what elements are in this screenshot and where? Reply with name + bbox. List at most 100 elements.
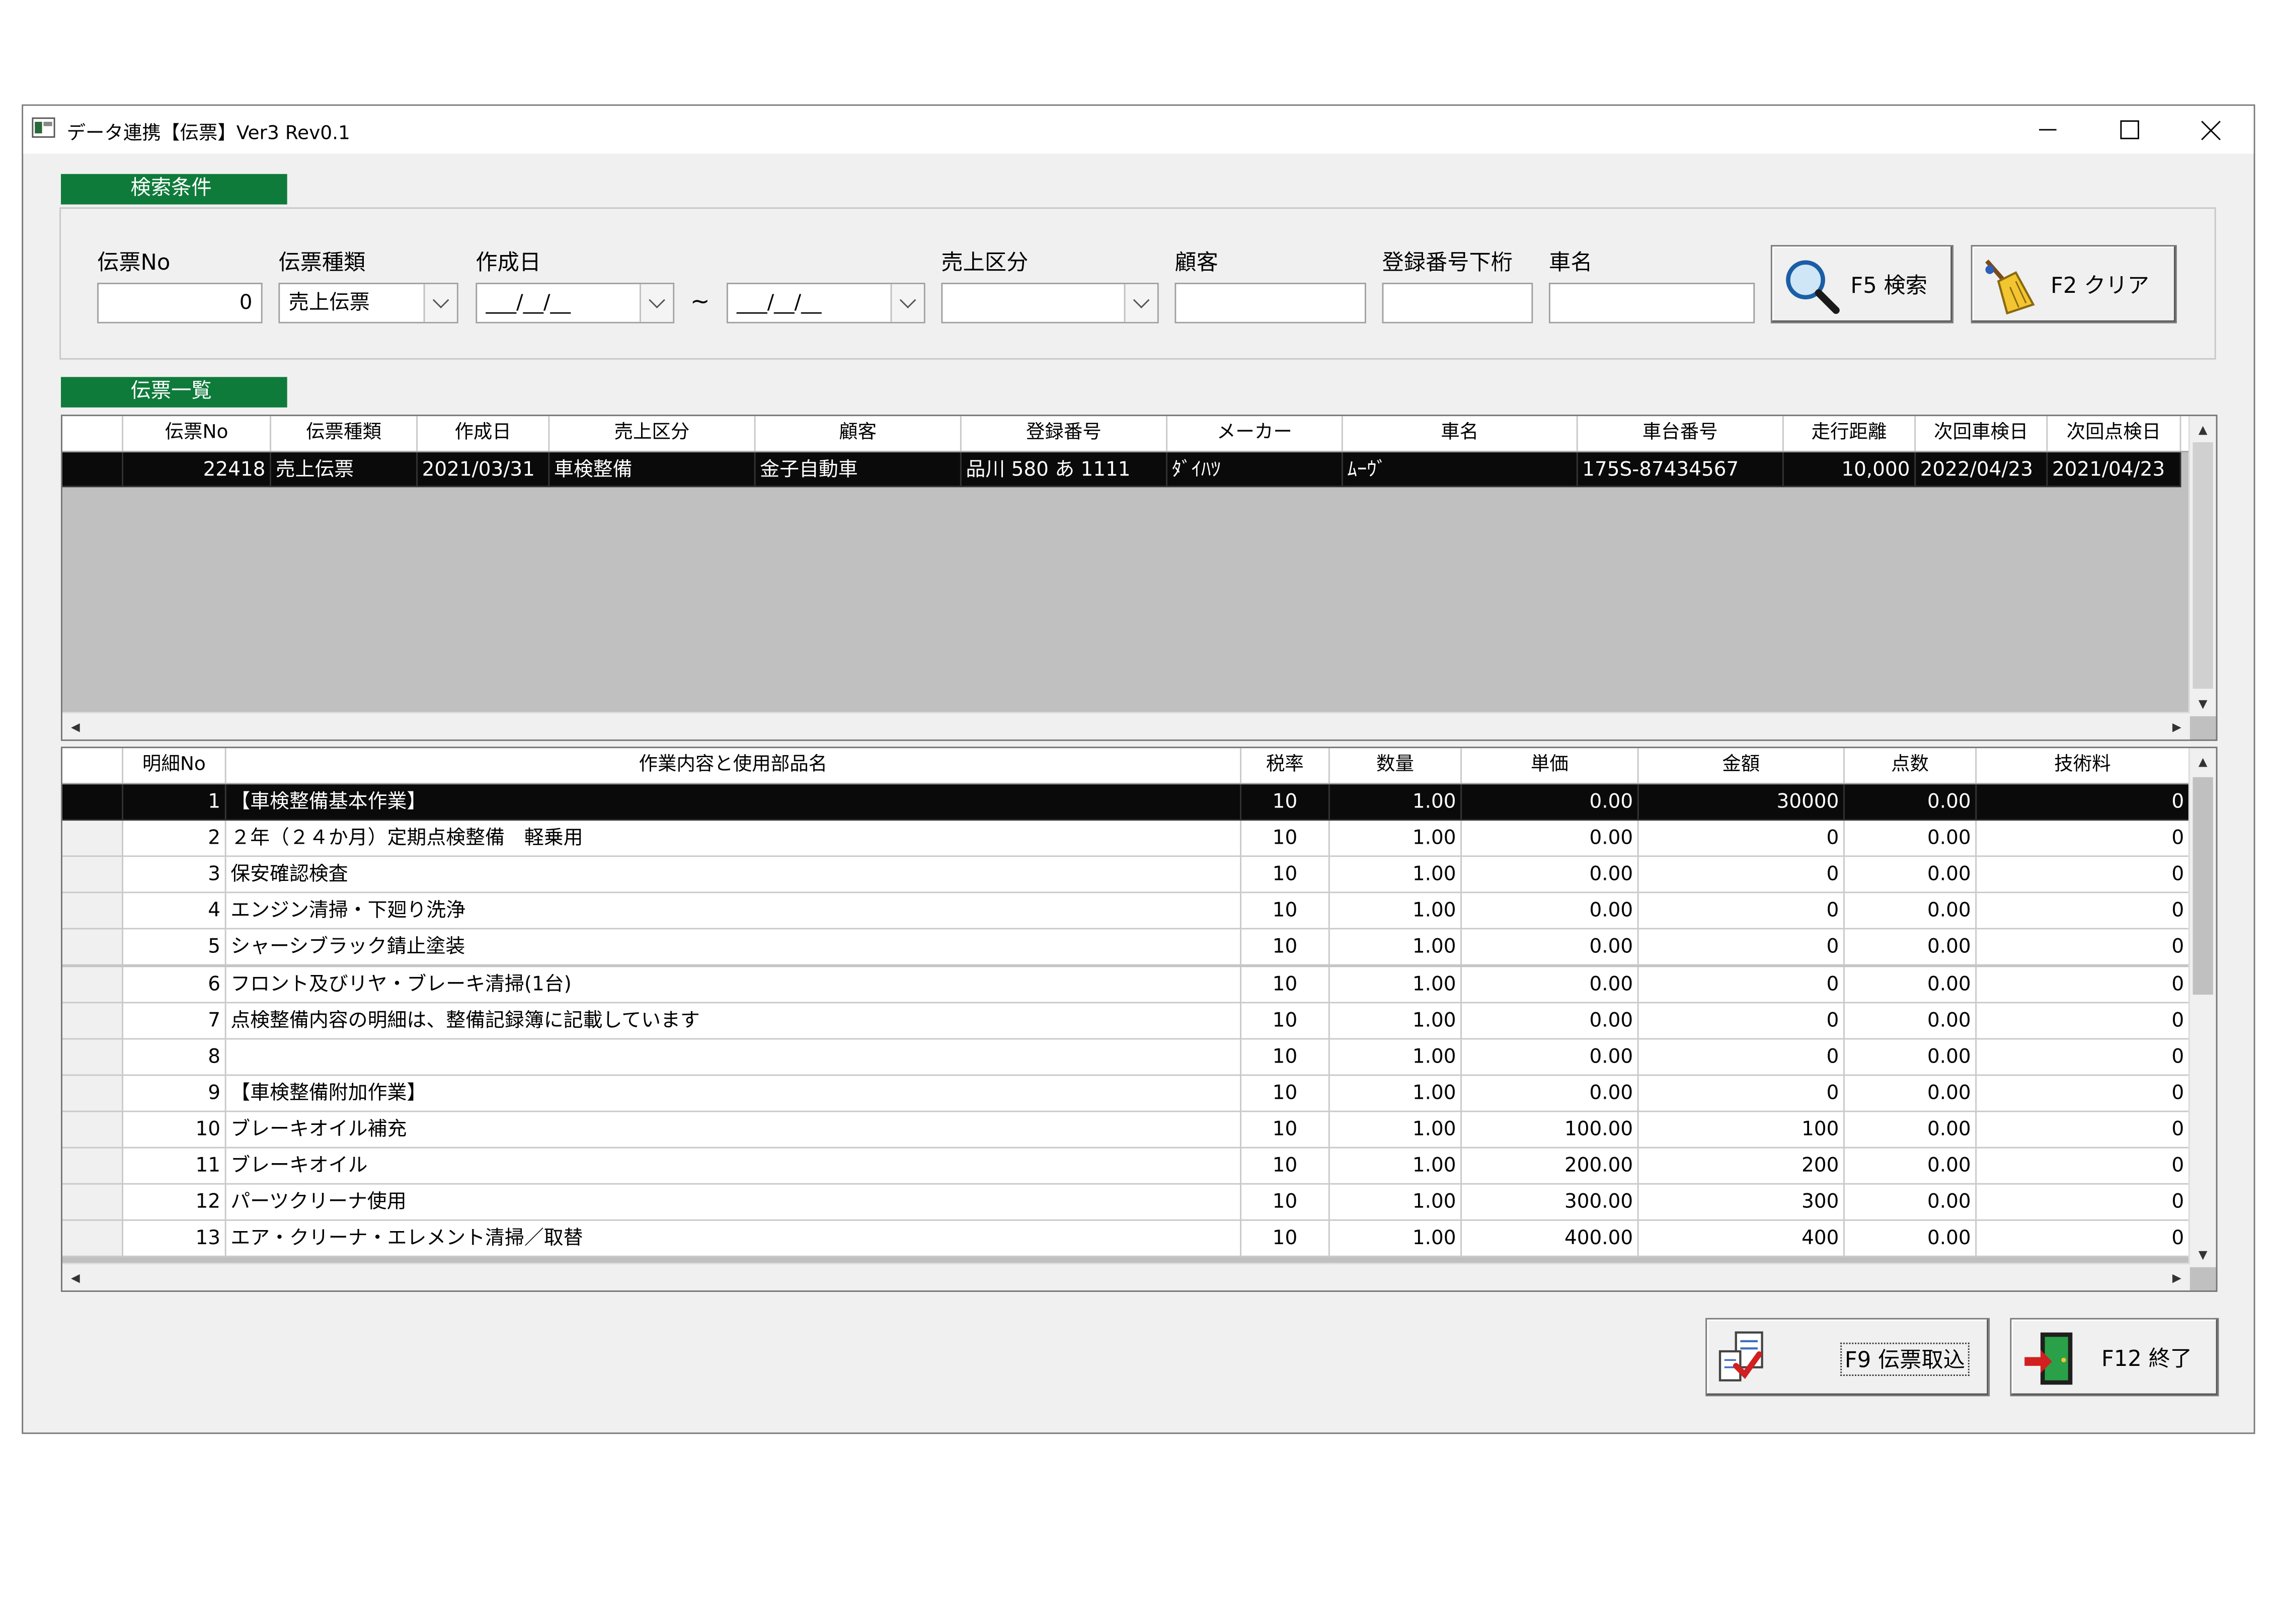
row-selector[interactable] (62, 452, 123, 488)
date-to-picker[interactable]: ___/__/__ (726, 282, 925, 323)
cell-unit-price[interactable]: 0.00 (1462, 821, 1639, 857)
column-header-created-date[interactable]: 作成日 (418, 416, 550, 451)
slip-no-input[interactable]: 0 (97, 282, 263, 323)
cell-points[interactable]: 0.00 (1844, 1184, 1977, 1222)
cell-points[interactable]: 0.00 (1844, 857, 1977, 894)
cell-detail-no[interactable]: 4 (123, 894, 226, 930)
column-header-chassis-no[interactable]: 車台番号 (1578, 416, 1784, 451)
cell-points[interactable]: 0.00 (1844, 930, 1977, 966)
cell-quantity[interactable]: 1.00 (1329, 1039, 1462, 1076)
cell-points[interactable]: 0.00 (1844, 821, 1977, 857)
cell-tax-rate[interactable]: 10 (1241, 1039, 1330, 1076)
cell-slip-type[interactable]: 売上伝票 (271, 452, 418, 488)
slip-list-vscrollbar[interactable]: ▲ ▼ (2188, 416, 2216, 716)
cell-tax-rate[interactable]: 10 (1241, 784, 1330, 821)
cell-created-date[interactable]: 2021/03/31 (418, 452, 550, 488)
column-header-car-name[interactable]: 車名 (1343, 416, 1578, 451)
slip-list-hscrollbar[interactable]: ◀ ▶ (62, 712, 2190, 740)
cell-tech-fee[interactable]: 0 (1977, 1003, 2190, 1039)
cell-detail-no[interactable]: 8 (123, 1039, 226, 1076)
cell-quantity[interactable]: 1.00 (1329, 784, 1462, 821)
row-selector[interactable] (62, 857, 123, 894)
cell-unit-price[interactable]: 100.00 (1462, 1112, 1639, 1149)
column-header-mileage[interactable]: 走行距離 (1784, 416, 1916, 451)
chevron-down-icon[interactable] (890, 284, 924, 322)
cell-tax-rate[interactable]: 10 (1241, 966, 1330, 1003)
cell-unit-price[interactable]: 0.00 (1462, 930, 1639, 966)
maximize-button[interactable] (2088, 106, 2169, 153)
cell-unit-price[interactable]: 0.00 (1462, 857, 1639, 894)
cell-unit-price[interactable]: 0.00 (1462, 1039, 1639, 1076)
chevron-down-icon[interactable] (423, 284, 457, 322)
cell-detail-no[interactable]: 6 (123, 966, 226, 1003)
cell-points[interactable]: 0.00 (1844, 1221, 1977, 1258)
cell-tax-rate[interactable]: 10 (1241, 1221, 1330, 1258)
cell-next-check-date[interactable]: 2021/04/23 (2048, 452, 2181, 488)
scroll-left-icon[interactable]: ◀ (62, 1264, 89, 1290)
row-selector[interactable] (62, 966, 123, 1003)
cell-quantity[interactable]: 1.00 (1329, 857, 1462, 894)
cell-detail-no[interactable]: 10 (123, 1112, 226, 1149)
cell-amount[interactable]: 0 (1638, 1075, 1845, 1112)
scroll-up-icon[interactable]: ▲ (2190, 416, 2216, 442)
column-header-registration-no[interactable]: 登録番号 (962, 416, 1168, 451)
scroll-down-icon[interactable]: ▼ (2190, 690, 2216, 716)
cell-points[interactable]: 0.00 (1844, 1003, 1977, 1039)
cell-tax-rate[interactable]: 10 (1241, 857, 1330, 894)
scroll-up-icon[interactable]: ▲ (2190, 748, 2216, 774)
scroll-right-icon[interactable]: ▶ (2164, 713, 2190, 740)
cell-detail-no[interactable]: 13 (123, 1221, 226, 1258)
column-header-next-check-date[interactable]: 次回点検日 (2048, 416, 2181, 451)
cell-unit-price[interactable]: 400.00 (1462, 1221, 1639, 1258)
cell-work-description[interactable]: フロント及びリヤ・ブレーキ清掃(1台) (226, 966, 1241, 1003)
cell-tax-rate[interactable]: 10 (1241, 1075, 1330, 1112)
cell-slip-no[interactable]: 22418 (123, 452, 271, 488)
sales-category-select[interactable] (941, 282, 1159, 323)
cell-amount[interactable]: 0 (1638, 894, 1845, 930)
minimize-button[interactable] (2007, 106, 2088, 153)
row-selector[interactable] (62, 894, 123, 930)
cell-amount[interactable]: 0 (1638, 821, 1845, 857)
row-selector[interactable] (62, 1075, 123, 1112)
cell-work-description[interactable]: エンジン清掃・下廻り洗浄 (226, 894, 1241, 930)
cell-work-description[interactable]: ２年（２４か月）定期点検整備 軽乗用 (226, 821, 1241, 857)
cell-unit-price[interactable]: 0.00 (1462, 894, 1639, 930)
row-selector[interactable] (62, 1112, 123, 1149)
cell-tech-fee[interactable]: 0 (1977, 894, 2190, 930)
column-header-customer[interactable]: 顧客 (756, 416, 962, 451)
detail-vscrollbar[interactable]: ▲ ▼ (2188, 748, 2216, 1267)
row-selector[interactable] (62, 1184, 123, 1222)
exit-button[interactable]: F12 終了 (2010, 1318, 2219, 1397)
cell-points[interactable]: 0.00 (1844, 1039, 1977, 1076)
search-button[interactable]: F5 検索 (1770, 245, 1954, 323)
scroll-down-icon[interactable]: ▼ (2190, 1241, 2216, 1267)
cell-points[interactable]: 0.00 (1844, 966, 1977, 1003)
cell-tech-fee[interactable]: 0 (1977, 821, 2190, 857)
cell-quantity[interactable]: 1.00 (1329, 930, 1462, 966)
cell-amount[interactable]: 0 (1638, 1003, 1845, 1039)
cell-unit-price[interactable]: 0.00 (1462, 966, 1639, 1003)
cell-sales-category[interactable]: 車検整備 (550, 452, 756, 488)
cell-tax-rate[interactable]: 10 (1241, 1148, 1330, 1185)
cell-customer[interactable]: 金子自動車 (755, 452, 962, 488)
cell-quantity[interactable]: 1.00 (1329, 1221, 1462, 1258)
chevron-down-icon[interactable] (639, 284, 673, 322)
cell-tech-fee[interactable]: 0 (1977, 1075, 2190, 1112)
cell-tech-fee[interactable]: 0 (1977, 1112, 2190, 1149)
row-selector[interactable] (62, 1039, 123, 1076)
slip-type-select[interactable]: 売上伝票 (278, 282, 458, 323)
cell-work-description[interactable]: ブレーキオイル (226, 1148, 1241, 1185)
cell-quantity[interactable]: 1.00 (1329, 1148, 1462, 1185)
column-header-points[interactable]: 点数 (1845, 748, 1977, 783)
cell-points[interactable]: 0.00 (1844, 894, 1977, 930)
cell-tech-fee[interactable]: 0 (1977, 930, 2190, 966)
cell-quantity[interactable]: 1.00 (1329, 821, 1462, 857)
cell-quantity[interactable]: 1.00 (1329, 1184, 1462, 1222)
cell-tax-rate[interactable]: 10 (1241, 930, 1330, 966)
cell-quantity[interactable]: 1.00 (1329, 966, 1462, 1003)
cell-detail-no[interactable]: 11 (123, 1148, 226, 1185)
cell-tech-fee[interactable]: 0 (1977, 966, 2190, 1003)
cell-points[interactable]: 0.00 (1844, 1075, 1977, 1112)
column-header-quantity[interactable]: 数量 (1330, 748, 1462, 783)
scroll-left-icon[interactable]: ◀ (62, 713, 89, 740)
